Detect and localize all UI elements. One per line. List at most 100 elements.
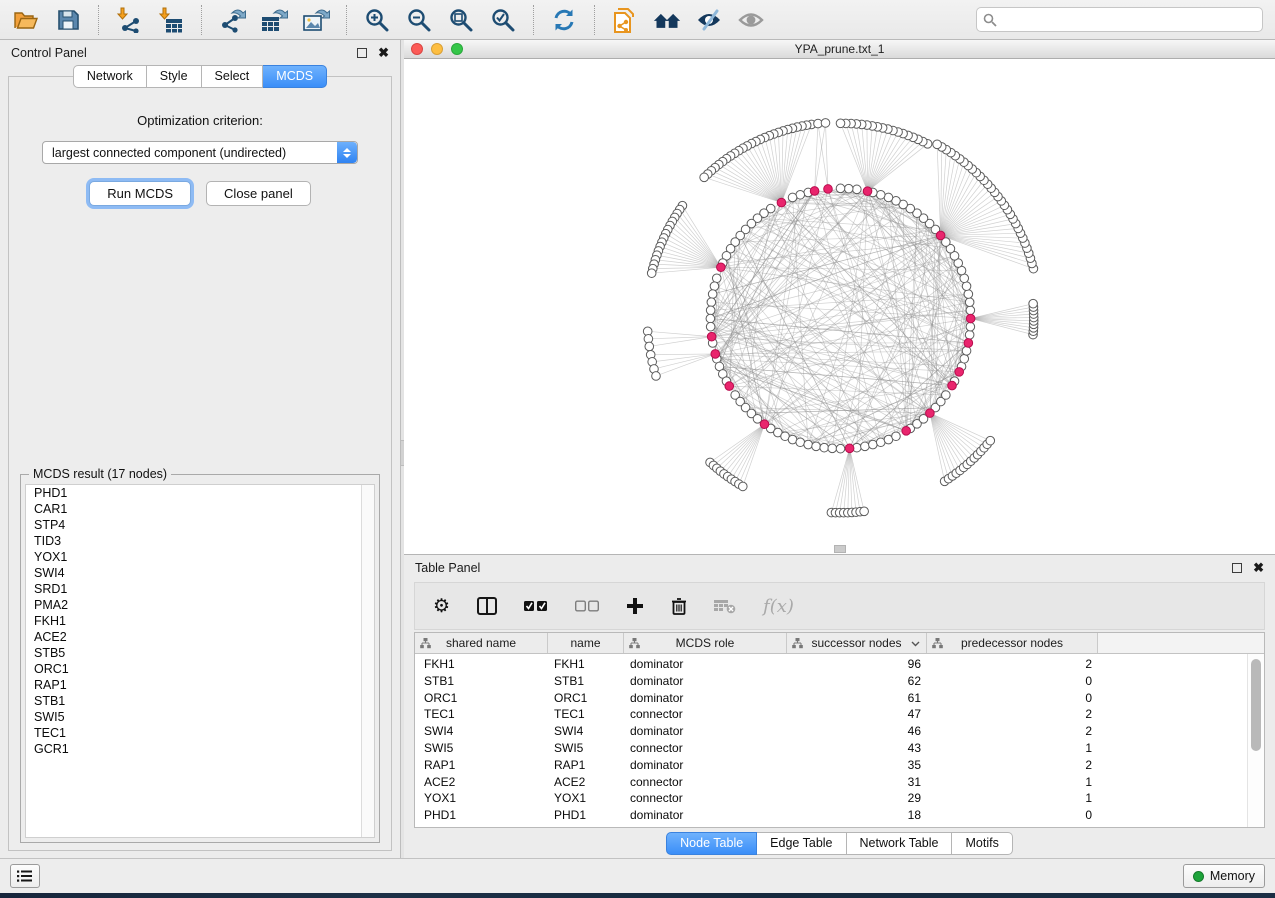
export-table-icon[interactable] bbox=[260, 6, 288, 34]
table-panel-titlebar: Table Panel ✖ bbox=[404, 555, 1275, 580]
home-icon[interactable] bbox=[653, 6, 681, 34]
table-row[interactable]: ORC1ORC1dominator610 bbox=[415, 690, 1264, 707]
tab-network[interactable]: Network bbox=[73, 65, 147, 88]
mcds-result-item[interactable]: SWI5 bbox=[26, 709, 374, 725]
tab-mcds[interactable]: MCDS bbox=[263, 65, 327, 88]
mcds-result-item[interactable]: PHD1 bbox=[26, 485, 374, 501]
mcds-result-item[interactable]: SWI4 bbox=[26, 565, 374, 581]
import-network-icon[interactable] bbox=[115, 6, 143, 34]
column-header-name[interactable]: name bbox=[548, 633, 624, 653]
mcds-result-item[interactable]: RAP1 bbox=[26, 677, 374, 693]
tab-network-table[interactable]: Network Table bbox=[847, 832, 953, 855]
network-canvas[interactable] bbox=[404, 59, 1275, 554]
save-session-icon[interactable] bbox=[54, 6, 82, 34]
deselect-all-icon[interactable] bbox=[575, 600, 599, 612]
export-image-icon[interactable] bbox=[302, 6, 330, 34]
table-panel: Table Panel ✖ ⚙ bbox=[404, 554, 1275, 858]
float-table-panel-icon[interactable] bbox=[1232, 563, 1242, 573]
refresh-icon[interactable] bbox=[550, 6, 578, 34]
hide-selected-icon[interactable] bbox=[695, 6, 723, 34]
zoom-out-icon[interactable] bbox=[405, 6, 433, 34]
table-scrollbar-thumb[interactable] bbox=[1251, 659, 1261, 751]
mcds-result-item[interactable]: TID3 bbox=[26, 533, 374, 549]
table-row[interactable]: SWI5SWI5connector431 bbox=[415, 740, 1264, 757]
mcds-result-item[interactable]: GCR1 bbox=[26, 741, 374, 757]
search-box bbox=[976, 7, 1263, 32]
toolbar-separator bbox=[594, 5, 595, 35]
table-settings-icon[interactable]: ⚙ bbox=[433, 597, 450, 616]
mcds-result-item[interactable]: STP4 bbox=[26, 517, 374, 533]
close-table-panel-icon[interactable]: ✖ bbox=[1253, 563, 1264, 573]
table-row[interactable]: FKH1FKH1dominator962 bbox=[415, 656, 1264, 673]
mcds-result-item[interactable]: TEC1 bbox=[26, 725, 374, 741]
column-type-icon bbox=[792, 638, 803, 649]
delete-table-icon[interactable] bbox=[714, 598, 736, 614]
table-scrollbar[interactable] bbox=[1247, 654, 1264, 827]
tab-select[interactable]: Select bbox=[202, 65, 264, 88]
task-history-button[interactable] bbox=[10, 864, 40, 888]
dropdown-chevrons-icon bbox=[337, 142, 357, 163]
table-row[interactable]: RAP1RAP1dominator352 bbox=[415, 757, 1264, 774]
toolbar-separator bbox=[346, 5, 347, 35]
float-panel-icon[interactable] bbox=[357, 48, 367, 58]
mcds-result-item[interactable]: CAR1 bbox=[26, 501, 374, 517]
tab-node-table[interactable]: Node Table bbox=[666, 832, 757, 855]
zoom-selected-icon[interactable] bbox=[489, 6, 517, 34]
mcds-result-item[interactable]: FKH1 bbox=[26, 613, 374, 629]
column-header-shared-name[interactable]: shared name bbox=[415, 633, 548, 653]
search-input[interactable] bbox=[1001, 13, 1256, 27]
zoom-in-icon[interactable] bbox=[363, 6, 391, 34]
column-type-icon bbox=[932, 638, 943, 649]
mcds-result-item[interactable]: STB5 bbox=[26, 645, 374, 661]
mcds-result-group: MCDS result (17 nodes) PHD1CAR1STP4TID3Y… bbox=[20, 474, 380, 843]
control-panel-tabs: Network Style Select MCDS bbox=[0, 65, 400, 88]
delete-column-icon[interactable] bbox=[671, 597, 687, 615]
table-row[interactable]: ACE2ACE2connector311 bbox=[415, 774, 1264, 791]
canvas-splitter-grip[interactable] bbox=[834, 545, 846, 553]
mcds-result-item[interactable]: ACE2 bbox=[26, 629, 374, 645]
mcds-result-title: MCDS result (17 nodes) bbox=[29, 467, 171, 481]
task-list-icon bbox=[17, 869, 33, 883]
table-row[interactable]: STB1STB1dominator620 bbox=[415, 673, 1264, 690]
column-header-successor-nodes[interactable]: successor nodes bbox=[787, 633, 927, 653]
node-table: shared name name MCDS role successor nod… bbox=[414, 632, 1265, 828]
close-panel-button[interactable]: Close panel bbox=[206, 181, 311, 206]
tab-edge-table[interactable]: Edge Table bbox=[757, 832, 846, 855]
add-column-icon[interactable] bbox=[626, 597, 644, 615]
table-row[interactable]: TEC1TEC1connector472 bbox=[415, 706, 1264, 723]
tab-style[interactable]: Style bbox=[147, 65, 202, 88]
toolbar-separator bbox=[201, 5, 202, 35]
optimization-criterion-select[interactable]: largest connected component (undirected) bbox=[42, 141, 358, 164]
close-panel-icon[interactable]: ✖ bbox=[378, 48, 389, 58]
network-title: YPA_prune.txt_1 bbox=[404, 42, 1275, 56]
show-all-icon[interactable] bbox=[737, 6, 765, 34]
memory-button[interactable]: Memory bbox=[1183, 864, 1265, 888]
memory-status-icon bbox=[1193, 871, 1204, 882]
function-builder-icon[interactable]: f(x) bbox=[763, 596, 794, 617]
mcds-result-item[interactable]: ORC1 bbox=[26, 661, 374, 677]
mcds-result-item[interactable]: STB1 bbox=[26, 693, 374, 709]
network-graph[interactable] bbox=[404, 59, 1275, 554]
header-filler bbox=[1098, 633, 1264, 653]
select-all-icon[interactable] bbox=[524, 600, 548, 612]
column-header-mcds-role[interactable]: MCDS role bbox=[624, 633, 787, 653]
zoom-fit-icon[interactable] bbox=[447, 6, 475, 34]
table-row[interactable]: YOX1YOX1connector291 bbox=[415, 790, 1264, 807]
network-titlebar: YPA_prune.txt_1 bbox=[404, 40, 1275, 59]
mcds-list-scrollbar[interactable] bbox=[361, 485, 374, 837]
mcds-result-list[interactable]: PHD1CAR1STP4TID3YOX1SWI4SRD1PMA2FKH1ACE2… bbox=[25, 484, 375, 838]
import-table-icon[interactable] bbox=[157, 6, 185, 34]
export-network-icon[interactable] bbox=[218, 6, 246, 34]
mcds-result-item[interactable]: SRD1 bbox=[26, 581, 374, 597]
share-network-icon[interactable] bbox=[611, 6, 639, 34]
tab-motifs[interactable]: Motifs bbox=[952, 832, 1012, 855]
mcds-result-item[interactable]: YOX1 bbox=[26, 549, 374, 565]
open-session-icon[interactable] bbox=[12, 6, 40, 34]
column-header-predecessor-nodes[interactable]: predecessor nodes bbox=[927, 633, 1098, 653]
table-row[interactable]: PHD1PHD1dominator180 bbox=[415, 807, 1264, 824]
run-mcds-button[interactable]: Run MCDS bbox=[89, 181, 191, 206]
column-visibility-icon[interactable] bbox=[477, 597, 497, 615]
sort-desc-icon bbox=[911, 641, 920, 647]
table-row[interactable]: SWI4SWI4dominator462 bbox=[415, 723, 1264, 740]
mcds-result-item[interactable]: PMA2 bbox=[26, 597, 374, 613]
